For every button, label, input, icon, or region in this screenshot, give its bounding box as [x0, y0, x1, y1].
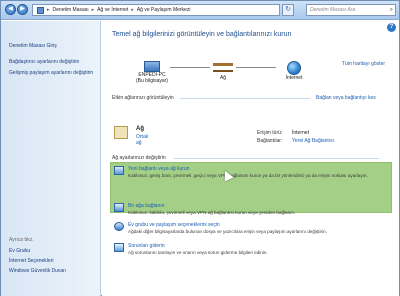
breadcrumb-item-network-internet[interactable]: Ağ ve İnternet: [97, 7, 128, 13]
address-bar[interactable]: ▸ Denetim Masası ▸ Ağ ve İnternet ▸ Ağ v…: [32, 4, 280, 16]
computer-icon: [144, 61, 160, 72]
search-icon[interactable]: ⌕: [390, 6, 393, 14]
internet-label: İnternet: [285, 75, 303, 81]
task-desc-connect-network: Kablosuz, kablolu, çevirmeli veya VPN ağ…: [128, 210, 296, 215]
map-node-internet[interactable]: İnternet: [274, 61, 314, 81]
change-settings-heading: Ağ ayarlarınızı değiştirin: [112, 155, 166, 161]
sidebar-link-adapter-settings[interactable]: Bağdaştırıcı ayarlarını değiştirin: [9, 59, 79, 65]
network-type-link[interactable]: Ortak ağ: [136, 134, 148, 146]
sidebar-link-advanced-sharing[interactable]: Gelişmiş paylaşım ayarlarını değiştirin: [9, 70, 97, 76]
connections-label: Bağlantılar:: [257, 138, 283, 144]
globe-icon: [287, 61, 301, 75]
page-title: Temel ağ bilgilerinizi görüntüleyin ve b…: [112, 31, 292, 38]
forward-button[interactable]: ▶: [17, 4, 28, 15]
see-also-heading: Ayrıca bkz.: [9, 237, 34, 243]
search-placeholder: Denetim Masası Ara: [310, 7, 356, 13]
active-networks-heading: Etkin ağlarınızı görüntüleyin: [112, 95, 174, 101]
window: ◀ ▶ ▸ Denetim Masası ▸ Ağ ve İnternet ▸ …: [0, 0, 400, 296]
task-link-troubleshoot[interactable]: Sorunları giderin: [128, 243, 165, 249]
network-label: Ağ: [219, 75, 227, 81]
connect-disconnect-link[interactable]: Bağlan veya bağlantıyı kes: [316, 95, 376, 101]
section-divider: [174, 158, 379, 159]
breadcrumb-separator-icon: ▸: [91, 7, 95, 13]
access-type-value: İnternet: [292, 130, 309, 136]
breadcrumb-item-control-panel[interactable]: Denetim Masası: [53, 7, 89, 13]
breadcrumb-separator-icon: ▸: [47, 7, 50, 13]
map-node-computer[interactable]: ENPEDI-PC (Bu bilgisayar): [132, 61, 172, 84]
breadcrumb-separator-icon: ▸: [131, 7, 134, 13]
local-connection-link[interactable]: Yerel Ağ Bağlantısı: [292, 138, 334, 144]
sidebar-link-homegroup[interactable]: Ev Grubu: [9, 248, 30, 254]
network-bench-icon: [213, 63, 233, 72]
new-connection-icon: [114, 166, 124, 175]
sidebar: Denetim Masası Giriş Bağdaştırıcı ayarla…: [1, 21, 101, 296]
task-link-connect-network[interactable]: Bir ağa bağlanın: [128, 203, 164, 209]
task-desc-setup-connection: Kablosuz, geniş bant, çevirmeli, geçici …: [128, 173, 368, 178]
task-link-homegroup[interactable]: Ev grubu ve paylaşım seçeneklerini seçin: [128, 222, 220, 228]
main-content: ? Temel ağ bilgilerinizi görüntüleyin ve…: [102, 21, 399, 296]
map-node-network[interactable]: Ağ: [208, 61, 238, 81]
public-network-icon: [114, 126, 128, 139]
refresh-button[interactable]: ↻: [282, 4, 294, 16]
back-button[interactable]: ◀: [5, 4, 16, 15]
map-connection-line: [170, 67, 210, 68]
breadcrumb-item-network-sharing-center[interactable]: Ağ ve Paylaşım Merkezi: [137, 7, 191, 13]
map-connection-line: [236, 67, 276, 68]
sidebar-link-control-panel-home[interactable]: Denetim Masası Giriş: [9, 43, 57, 49]
active-network-name: Ağ: [136, 126, 144, 132]
access-type-label: Erişim türü:: [257, 130, 283, 136]
task-desc-troubleshoot: Ağ sorunlarını tanılayın ve onarın veya …: [128, 250, 268, 255]
address-toolbar: ◀ ▶ ▸ Denetim Masası ▸ Ağ ve İnternet ▸ …: [1, 1, 399, 20]
connect-network-icon: [114, 203, 124, 212]
sidebar-link-internet-options[interactable]: İnternet Seçenekleri: [9, 258, 53, 264]
computer-subtitle: (Bu bilgisayar): [136, 78, 168, 84]
search-input[interactable]: Denetim Masası Ara ⌕: [306, 4, 396, 16]
section-divider: [180, 98, 310, 99]
task-link-setup-connection[interactable]: Yeni bağlantı veya ağ kurun: [128, 166, 190, 172]
task-desc-homegroup: Ağdaki diğer bilgisayarlarda bulunan dos…: [128, 229, 327, 234]
sidebar-link-windows-firewall[interactable]: Windows Güvenlik Duvarı: [9, 268, 66, 274]
homegroup-icon: [114, 222, 124, 231]
help-icon[interactable]: ?: [387, 23, 396, 32]
troubleshoot-icon: [114, 243, 124, 252]
control-panel-icon: [37, 6, 44, 14]
